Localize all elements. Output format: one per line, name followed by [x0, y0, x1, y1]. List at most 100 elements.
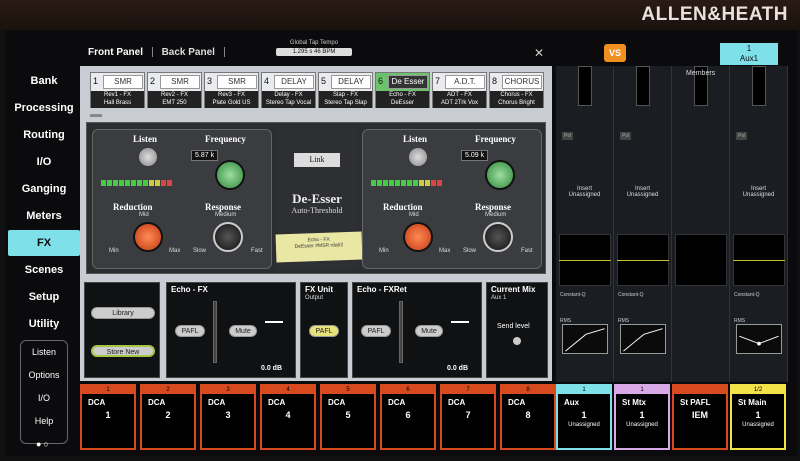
- nav-ganging[interactable]: Ganging: [8, 176, 80, 202]
- listen-button[interactable]: [409, 148, 427, 166]
- fxret-mute-button[interactable]: Mute: [415, 325, 443, 337]
- response-knob[interactable]: [483, 222, 513, 252]
- fx-panel: 1 SMR Rev1 - FX Hall Brass 2 SMR Rev2 - …: [80, 66, 552, 381]
- dca-strip-1[interactable]: 1 DCA 1: [80, 384, 136, 450]
- channel-strip[interactable]: Pol Insert Unassigned Constant-Q RMS: [730, 66, 788, 382]
- strip-value: 7: [465, 410, 471, 420]
- listen-button[interactable]: [139, 148, 157, 166]
- fx-slot-6[interactable]: 6 De Esser Echo - FX DeEsser: [375, 72, 430, 108]
- echo-fader[interactable]: [213, 301, 217, 363]
- deesser-center: Link De-Esser Auto-Threshold Echo - FX D…: [275, 129, 363, 269]
- echo-fader-cap[interactable]: [265, 321, 283, 323]
- nav-processing[interactable]: Processing: [8, 95, 80, 121]
- fx-slot-2[interactable]: 2 SMR Rev2 - FX EMT 250: [147, 72, 202, 108]
- constant-q-label: Constant-Q: [618, 292, 644, 298]
- dca-strip-3[interactable]: 3 DCA 3: [200, 384, 256, 450]
- nav-scenes[interactable]: Scenes: [8, 257, 80, 283]
- output-strip-st-main[interactable]: 1/2 St Main 1 Unassigned: [730, 384, 786, 450]
- strip-value: 8: [525, 410, 531, 420]
- eq-curve: [617, 260, 669, 261]
- nav-routing[interactable]: Routing: [8, 122, 80, 148]
- polarity-label[interactable]: Pol: [620, 132, 632, 140]
- nav-utility[interactable]: Utility: [8, 311, 80, 337]
- link-button[interactable]: Link: [294, 153, 340, 167]
- fx-slot-4[interactable]: 4 DELAY Delay - FX Stereo Tap Vocal: [261, 72, 316, 108]
- strip-name: St Mtx: [622, 398, 646, 407]
- send-level-label: Send level: [497, 323, 530, 330]
- slot-number: 7: [435, 76, 441, 86]
- global-tap-tempo[interactable]: Global Tap Tempo 1.295 s 46 BPM: [276, 40, 352, 56]
- dca-strip-8[interactable]: 8 DCA 8: [500, 384, 556, 450]
- fx-unit-pafl-button[interactable]: PAFL: [309, 325, 339, 337]
- output-strip-st-pafl[interactable]: St PAFL IEM: [672, 384, 728, 450]
- fx-slot-7[interactable]: 7 A.D.T. ADT - FX ADT 2Trk Vox: [432, 72, 487, 108]
- subnav-listen[interactable]: Listen: [21, 341, 67, 364]
- slot-name: Echo - FX: [376, 91, 429, 99]
- insert-status[interactable]: Insert Unassigned: [556, 186, 613, 198]
- output-strip-aux[interactable]: 1 Aux 1 Unassigned: [556, 384, 612, 450]
- polarity-label[interactable]: Pol: [736, 132, 748, 140]
- nav-setup[interactable]: Setup: [8, 284, 80, 310]
- eq-display[interactable]: [675, 234, 727, 286]
- fxret-pafl-button[interactable]: PAFL: [361, 325, 391, 337]
- subnav-help[interactable]: Help: [21, 410, 67, 433]
- deesser-rack: Listen Frequency 5.87 k Reduction Respon…: [86, 122, 546, 274]
- subnav-io[interactable]: I/O: [21, 387, 67, 410]
- library-button[interactable]: Library: [91, 307, 155, 319]
- fx-slot-5[interactable]: 5 DELAY Slap - FX Stereo Tap Slap: [318, 72, 373, 108]
- tab-front-panel[interactable]: Front Panel: [88, 47, 143, 58]
- echo-mute-button[interactable]: Mute: [229, 325, 257, 337]
- response-knob[interactable]: [213, 222, 243, 252]
- nav-fx[interactable]: FX: [8, 230, 80, 256]
- dca-strip-2[interactable]: 2 DCA 2: [140, 384, 196, 450]
- subnav-options[interactable]: Options: [21, 364, 67, 387]
- selected-mix-aux1[interactable]: 1 Aux1: [720, 43, 778, 65]
- dca-strip-4[interactable]: 4 DCA 4: [260, 384, 316, 450]
- fxret-fader[interactable]: [399, 301, 403, 363]
- slot-scroll-indicator[interactable]: [90, 114, 102, 117]
- insert-value: Unassigned: [568, 192, 601, 198]
- close-icon[interactable]: ✕: [534, 46, 544, 60]
- plugin-subtitle: Auto-Threshold: [291, 206, 343, 215]
- insert-status[interactable]: Insert Unassigned: [614, 186, 671, 198]
- strip-name: DCA: [148, 398, 166, 407]
- compressor-graph[interactable]: [562, 324, 608, 354]
- fx-slot-1[interactable]: 1 SMR Rev1 - FX Hall Brass: [90, 72, 145, 108]
- dca-strip-7[interactable]: 7 DCA 7: [440, 384, 496, 450]
- channel-strip[interactable]: Pol Insert Unassigned Constant-Q RMS: [556, 66, 614, 382]
- tab-back-panel[interactable]: Back Panel: [162, 47, 215, 58]
- fxret-fader-cap[interactable]: [451, 321, 469, 323]
- dca-strip-6[interactable]: 6 DCA 6: [380, 384, 436, 450]
- frequency-label: Frequency: [205, 134, 246, 144]
- slot-name: Rev3 - FX: [205, 91, 258, 99]
- send-level-knob[interactable]: [513, 337, 521, 345]
- panel-tabs: Front Panel Back Panel: [88, 47, 231, 58]
- fx-slot-8[interactable]: 8 CHORUS Chorus - FX Chorus Bright: [489, 72, 544, 108]
- compressor-graph[interactable]: [620, 324, 666, 354]
- store-new-button[interactable]: Store New: [91, 345, 155, 357]
- frequency-knob[interactable]: [215, 160, 245, 190]
- response-fast-label: Fast: [521, 248, 533, 254]
- echo-pafl-button[interactable]: PAFL: [175, 325, 205, 337]
- reduction-knob[interactable]: [403, 222, 433, 252]
- dca-strip-5[interactable]: 5 DCA 5: [320, 384, 376, 450]
- fx-slot-3[interactable]: 3 SMR Rev3 - FX Plate Gold US: [204, 72, 259, 108]
- reduction-mid-label: Mid: [409, 212, 419, 218]
- reduction-knob[interactable]: [133, 222, 163, 252]
- channel-strip-empty[interactable]: Members: [672, 66, 730, 382]
- pan-graph[interactable]: [736, 324, 782, 354]
- channel-strip[interactable]: Pol Insert Unassigned Constant-Q RMS: [614, 66, 672, 382]
- insert-value: Unassigned: [626, 192, 659, 198]
- page-dots-icon[interactable]: ●○: [36, 439, 51, 449]
- nav-meters[interactable]: Meters: [8, 203, 80, 229]
- slot-logo: SMR: [217, 75, 257, 89]
- nav-bank[interactable]: Bank: [8, 68, 80, 94]
- strip-assignment: Unassigned: [742, 422, 774, 428]
- brand-logo: ALLEN&HEATH: [641, 4, 788, 25]
- insert-status[interactable]: Insert Unassigned: [730, 186, 787, 198]
- output-strip-st-mtx[interactable]: 1 St Mtx 1 Unassigned: [614, 384, 670, 450]
- nav-io[interactable]: I/O: [8, 149, 80, 175]
- vs-button[interactable]: VS: [604, 44, 626, 62]
- polarity-label[interactable]: Pol: [562, 132, 574, 140]
- frequency-knob[interactable]: [485, 160, 515, 190]
